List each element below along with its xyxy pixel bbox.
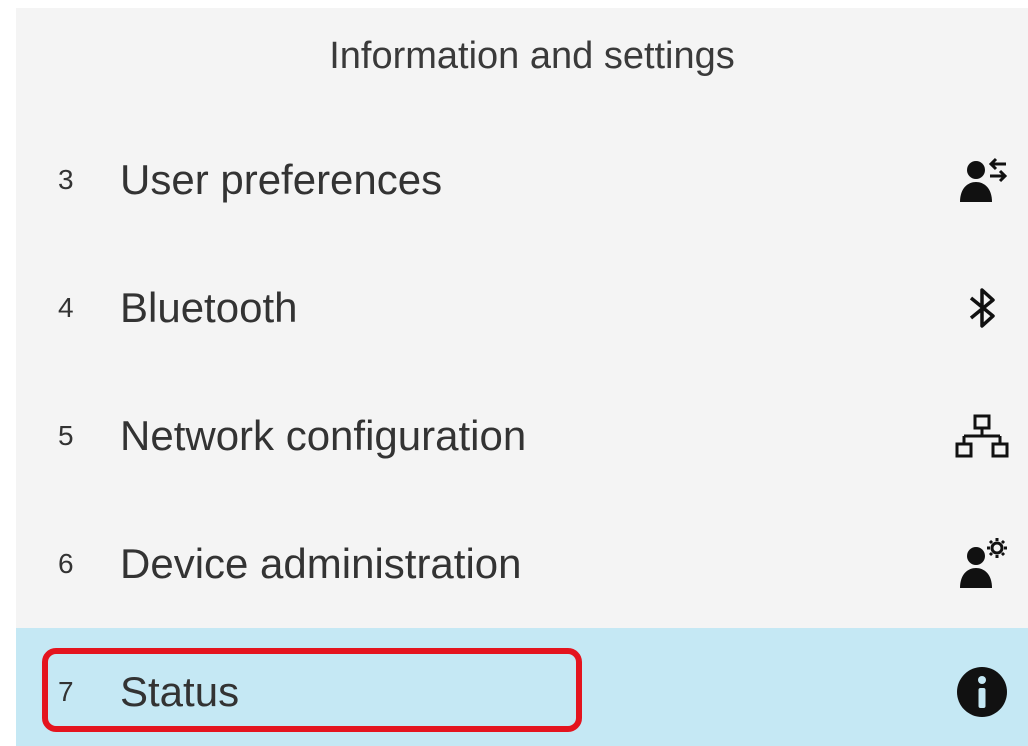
menu-item-number: 6 [58, 548, 74, 579]
network-icon [954, 408, 1010, 464]
menu-item-label: Device administration [120, 540, 522, 587]
menu-item-number: 7 [58, 676, 74, 707]
menu-item-number: 3 [58, 164, 74, 195]
phone-screen: Information and settings 3 User preferen… [16, 8, 1028, 746]
menu-item-number: 4 [58, 292, 74, 323]
menu-item-status[interactable]: 7 Status [16, 628, 1028, 746]
menu-item-network-configuration[interactable]: 5 Network configuration [16, 372, 1028, 500]
menu-item-label: Network configuration [120, 412, 527, 459]
menu-item-user-preferences[interactable]: 3 User preferences [16, 116, 1028, 244]
info-icon [954, 664, 1010, 720]
device-admin-icon [954, 536, 1010, 592]
menu-item-bluetooth[interactable]: 4 Bluetooth [16, 244, 1028, 372]
menu-item-label: Status [120, 668, 240, 715]
menu-item-label: User preferences [120, 156, 443, 203]
user-preferences-icon [954, 152, 1010, 208]
menu-item-number: 5 [58, 420, 74, 451]
menu-item-device-administration[interactable]: 6 Device administration [16, 500, 1028, 628]
menu-item-label: Bluetooth [120, 284, 298, 331]
page-title: Information and settings [329, 34, 735, 77]
bluetooth-icon [954, 280, 1010, 336]
